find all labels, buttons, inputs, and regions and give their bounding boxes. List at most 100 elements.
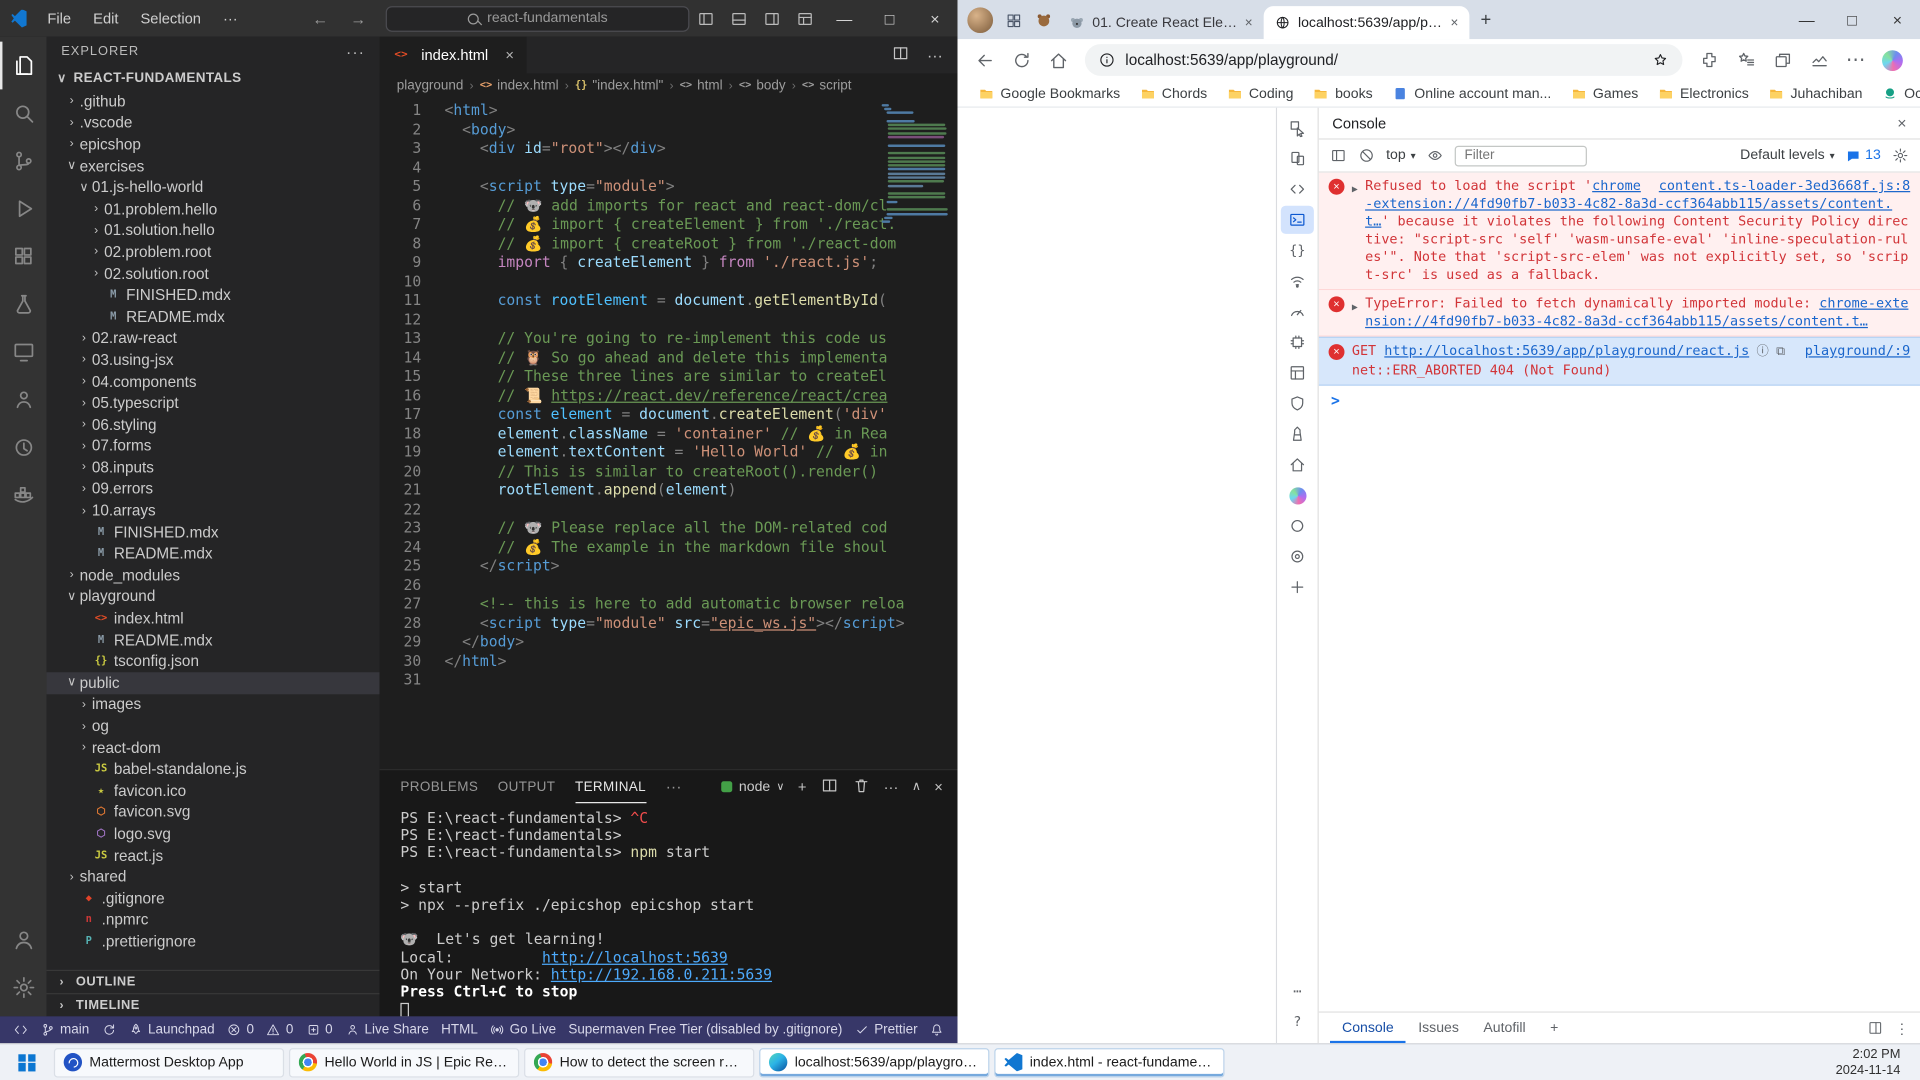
code-text[interactable]: <script type="module" src="epic_ws.js"><… (444, 614, 904, 633)
log-levels-dropdown[interactable]: Default levels ▾ (1740, 148, 1834, 163)
drawer-tab-console[interactable]: Console (1330, 1013, 1406, 1044)
breadcrumb-item[interactable]: <>html (680, 78, 723, 93)
devtools-tool-elements[interactable] (1281, 175, 1314, 203)
breadcrumb-item[interactable]: {}"index.html" (575, 78, 663, 93)
devtools-tool-lighthouse[interactable] (1281, 420, 1314, 448)
sidebar-section-timeline[interactable]: ›TIMELINE (47, 993, 380, 1016)
code-text[interactable]: // This is similar to createRoot().rende… (444, 462, 877, 481)
activity-remote-explorer[interactable] (0, 328, 47, 376)
breadcrumb-item[interactable]: <>body (739, 78, 786, 93)
toggle-secondary-sidebar-icon[interactable] (756, 9, 789, 27)
clear-console-icon[interactable] (1358, 147, 1375, 164)
status-main[interactable]: main (34, 1016, 95, 1043)
devtools-tool-security[interactable] (1281, 389, 1314, 417)
source-link[interactable]: playground/:9 (1805, 343, 1910, 361)
activity-explorer[interactable] (0, 42, 47, 90)
sidebar-section-outline[interactable]: ›OUTLINE (47, 970, 380, 993)
tab-close-icon[interactable]: × (1245, 15, 1253, 30)
tree-file-favicon.svg[interactable]: ⬡favicon.svg (47, 802, 380, 824)
console-message-1[interactable]: ×▶TypeError: Failed to fetch dynamically… (1319, 290, 1920, 337)
tab-close-icon[interactable]: × (505, 47, 514, 64)
code-text[interactable]: <script type="module"> (444, 178, 674, 197)
bookmark-octoprint[interactable]: OctoPrint (1874, 83, 1920, 104)
taskbar-button-3[interactable]: localhost:5639/app/playground/ a... (759, 1048, 989, 1077)
tree-folder-06.styling[interactable]: ›06.styling (47, 414, 380, 436)
code-text[interactable]: <body> (444, 121, 515, 140)
code-text[interactable]: import { createElement } from './react.j… (444, 253, 878, 272)
code-text[interactable]: // 🐨 Please replace all the DOM-related … (444, 519, 887, 538)
code-text[interactable]: // 💰 The example in the markdown file sh… (444, 538, 887, 557)
bookmark-juhachiban[interactable]: Juhachiban (1760, 83, 1871, 104)
tree-file-README.mdx[interactable]: MREADME.mdx (47, 306, 380, 328)
activity-live-share[interactable] (0, 376, 47, 424)
menu-edit[interactable]: Edit (82, 0, 129, 37)
vscode-minimize-button[interactable]: — (822, 0, 867, 37)
code-text[interactable]: const rootElement = document.getElementB… (444, 291, 886, 310)
code-editor[interactable]: 1<html>2 <body>3 <div id="root"></div>45… (380, 98, 958, 769)
activity-docker[interactable] (0, 471, 47, 519)
status-supermaven-free-tier-disabled-by-gitignore[interactable]: Supermaven Free Tier (disabled by .gitig… (562, 1016, 848, 1043)
drawer-tab-issues[interactable]: Issues (1406, 1013, 1471, 1044)
devtools-tool-inspect[interactable] (1281, 114, 1314, 142)
devtools-tool-sources[interactable]: {} (1281, 236, 1314, 264)
tree-file-babel-standalone.js[interactable]: JSbabel-standalone.js (47, 758, 380, 780)
activity-search[interactable] (0, 89, 47, 137)
explorer-more-actions-icon[interactable]: ··· (346, 42, 365, 60)
vscode-close-button[interactable]: × (912, 0, 957, 37)
toolbar-favorites-icon[interactable] (1729, 43, 1762, 76)
new-tab-button[interactable]: + (1469, 4, 1502, 37)
code-text[interactable]: const element = document.createElement('… (444, 405, 886, 424)
taskbar-button-2[interactable]: How to detect the screen resoluti... (524, 1048, 754, 1077)
dock-side-icon[interactable] (1867, 1020, 1883, 1036)
site-info-icon[interactable] (1098, 51, 1115, 68)
activity-settings[interactable] (0, 964, 47, 1012)
tree-folder-04.components[interactable]: ›04.components (47, 371, 380, 393)
panel-more-actions-icon[interactable]: ··· (884, 778, 899, 795)
tree-file-favicon.ico[interactable]: ★favicon.ico (47, 780, 380, 802)
expand-arrow-icon[interactable]: ▶ (1352, 181, 1358, 284)
tab-close-icon[interactable]: × (1450, 15, 1458, 30)
devtools-close-icon[interactable]: × (1897, 114, 1906, 132)
live-expression-eye-icon[interactable] (1427, 147, 1444, 164)
tree-folder-02.solution.root[interactable]: ›02.solution.root (47, 263, 380, 285)
start-button[interactable] (5, 1046, 49, 1078)
code-text[interactable]: <div id="root"></div> (444, 140, 665, 159)
minimap[interactable] (879, 103, 955, 228)
status-sync[interactable] (95, 1016, 122, 1043)
tree-folder-05.typescript[interactable]: ›05.typescript (47, 392, 380, 414)
panel-tab-output[interactable]: OUTPUT (498, 770, 556, 803)
devtools-tool-application[interactable] (1281, 359, 1314, 387)
tree-folder-08.inputs[interactable]: ›08.inputs (47, 457, 380, 479)
tree-folder-node_modules[interactable]: ›node_modules (47, 565, 380, 587)
status-launchpad[interactable]: Launchpad (122, 1016, 221, 1043)
back-arrow-icon[interactable]: ← (312, 9, 328, 27)
tree-file-FINISHED.mdx[interactable]: MFINISHED.mdx (47, 285, 380, 307)
code-text[interactable]: // These three lines are similar to crea… (444, 367, 886, 386)
pinned-tab[interactable] (1029, 4, 1058, 36)
panel-more-tabs-icon[interactable]: ··· (666, 778, 682, 796)
toolbar-collections-icon[interactable] (1766, 43, 1799, 76)
tree-folder-01.js-hello-world[interactable]: ∨01.js-hello-world (47, 177, 380, 199)
close-panel-icon[interactable]: × (934, 778, 943, 795)
devtools-tool-extension-a[interactable] (1281, 512, 1314, 540)
breadcrumb-item[interactable]: <>script (802, 78, 852, 93)
tree-folder-01.problem.hello[interactable]: ›01.problem.hello (47, 198, 380, 220)
toggle-sidebar-icon[interactable] (689, 9, 722, 27)
tree-folder-02.problem.root[interactable]: ›02.problem.root (47, 241, 380, 263)
tree-file-FINISHED.mdx[interactable]: MFINISHED.mdx (47, 521, 380, 543)
bookmark-electronics[interactable]: Electronics (1649, 83, 1757, 104)
drawer-more-icon[interactable]: ⋮ (1895, 1019, 1909, 1036)
console-prompt[interactable]: > (1319, 386, 1920, 416)
breadcrumb-item[interactable]: playground (397, 78, 464, 93)
console-sidebar-icon[interactable] (1330, 147, 1347, 164)
panel-tab-terminal[interactable]: TERMINAL (575, 770, 646, 803)
console-filter-input[interactable] (1455, 145, 1587, 166)
status-bell[interactable] (924, 1016, 951, 1043)
status-live-share[interactable]: Live Share (339, 1016, 435, 1043)
split-editor-icon[interactable] (891, 44, 909, 66)
code-text[interactable]: // 💰 import { createElement } from './re… (444, 216, 896, 235)
console-settings-icon[interactable] (1892, 147, 1909, 164)
devtools-tool-memory[interactable] (1281, 328, 1314, 356)
tree-file-.prettierignore[interactable]: P.prettierignore (47, 931, 380, 953)
browser-back-icon[interactable] (969, 43, 1002, 76)
